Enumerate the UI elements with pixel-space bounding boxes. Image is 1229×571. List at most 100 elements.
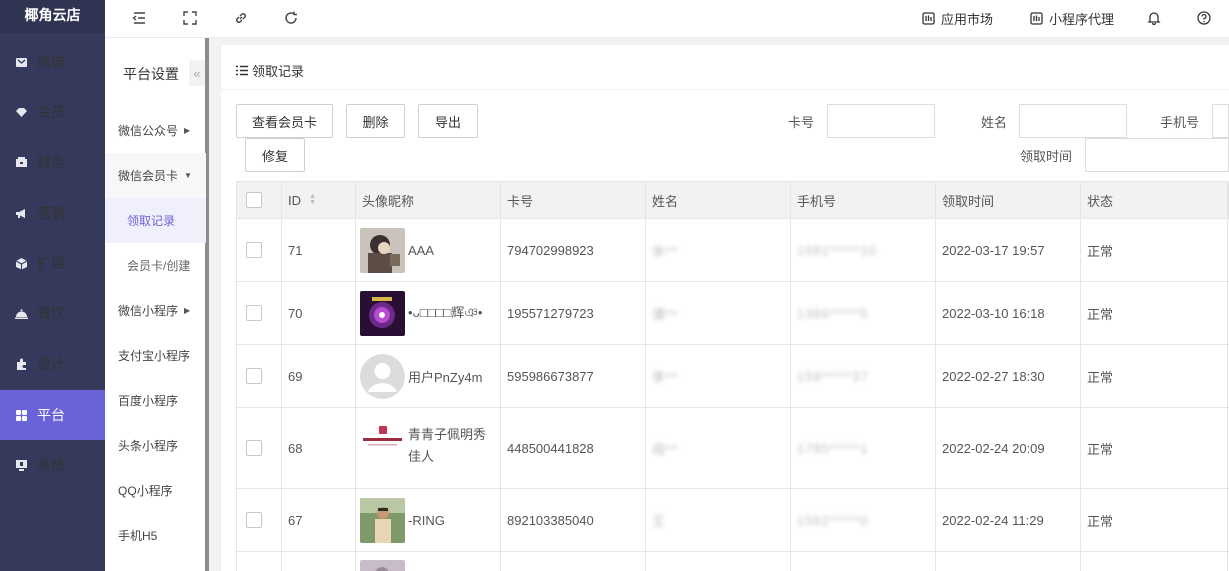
cell-id: 71 [282, 219, 356, 281]
sidebar-item-extend[interactable]: 扩展 [0, 238, 105, 288]
cell-avatar-nick: 青青子佩明秀佳人 [356, 408, 501, 488]
sub-item-toutiao-mini[interactable]: 头条小程序 [105, 423, 206, 468]
cell-phone: 159*****37 [791, 345, 936, 407]
card-no-input[interactable] [827, 104, 935, 138]
sub-item-qq-mini[interactable]: QQ小程序 [105, 468, 206, 513]
nickname: •ᴗ□□□□辉ঞ• [408, 304, 483, 320]
sub-item-label: 微信小程序 [118, 304, 179, 318]
nickname: AAA [408, 242, 435, 258]
cell-id: 67 [282, 489, 356, 551]
cell-id: 69 [282, 345, 356, 407]
cell-receive-time: 2022-02-27 18:30 [936, 345, 1081, 407]
sidebar-item-system[interactable]: 系统 [0, 440, 105, 490]
cell-phone: 1366*****5 [791, 282, 936, 344]
sub-item-receive-records[interactable]: 领取记录 [105, 198, 206, 243]
sidebar-item-finance[interactable]: 财务 [0, 137, 105, 187]
header-id[interactable]: ID ▲ ▼ [282, 182, 356, 218]
menu-fold-icon[interactable] [129, 8, 149, 28]
platform-icon [14, 408, 28, 422]
phone-label: 手机号 [1160, 115, 1200, 130]
refresh-icon[interactable] [281, 8, 301, 28]
avatar [360, 227, 405, 273]
sub-item-label: 头条小程序 [118, 439, 179, 453]
sub-item-wechat-mini[interactable]: 微信小程序 ▶ [105, 288, 206, 333]
table-row: 70 •ᴗ□□□□辉ঞ• 195571279723 谭** 1366*****5… [236, 282, 1229, 345]
repair-button[interactable]: 修复 [245, 138, 305, 172]
table-row: 67 -RING 892103385040 王 1562*****0 2022-… [236, 489, 1229, 552]
sub-item-label: 微信公众号 [118, 124, 179, 138]
sidebar-item-shop[interactable]: 商城 [0, 37, 105, 87]
marketing-icon [14, 206, 28, 220]
sub-item-wechat-card[interactable]: 微信会员卡 ▼ [105, 153, 206, 198]
row-checkbox[interactable] [246, 440, 262, 456]
cell-status: 正常 [1081, 282, 1228, 344]
mini-program-agent-link[interactable]: 小程序代理 [1030, 9, 1114, 28]
row-checkbox[interactable] [246, 242, 262, 258]
bell-icon[interactable] [1144, 8, 1164, 28]
avatar [360, 497, 405, 543]
cell-card-no: 595986673877 [501, 345, 646, 407]
sub-item-label: 微信会员卡 [118, 169, 179, 183]
cell-phone: 1785*****1 [791, 408, 936, 488]
header-checkbox-cell [237, 182, 282, 218]
header-phone: 手机号 [791, 182, 936, 218]
nickname: -RING [408, 512, 445, 528]
sub-item-label: 会员卡/创建 [127, 259, 191, 273]
extend-icon [14, 256, 28, 270]
phone-input[interactable] [1212, 104, 1229, 138]
fullscreen-icon[interactable] [180, 8, 200, 28]
receive-time-input[interactable] [1085, 138, 1229, 172]
help-icon[interactable] [1194, 8, 1214, 28]
app-market-link[interactable]: 应用市场 [922, 9, 993, 28]
list-icon [236, 65, 248, 76]
top-bar: 应用市场 小程序代理 [105, 0, 1229, 38]
sub-item-baidu-mini[interactable]: 百度小程序 [105, 378, 206, 423]
sidebar-item-label: 财务 [37, 154, 65, 170]
cell-receive-time: 2022-02-24 11:29 [936, 489, 1081, 551]
shop-icon [14, 55, 28, 69]
panel-title-text: 领取记录 [252, 64, 305, 79]
nickname: 青青子佩明秀佳人 [408, 427, 487, 464]
caret-down-icon: ▼ [184, 171, 192, 180]
name-input[interactable] [1019, 104, 1127, 138]
mini-program-agent-label: 小程序代理 [1049, 12, 1115, 27]
select-all-checkbox[interactable] [246, 192, 262, 208]
row-checkbox[interactable] [246, 368, 262, 384]
sidebar-item-label: 餐饮 [37, 305, 65, 321]
card-no-label: 卡号 [788, 115, 815, 130]
avatar [360, 290, 405, 336]
sub-item-h5[interactable]: 手机H5 [105, 513, 206, 558]
sidebar-item-catering[interactable]: 餐饮 [0, 288, 105, 338]
link-icon[interactable] [231, 8, 251, 28]
name-label: 姓名 [981, 115, 1008, 130]
sub-item-wechat-official[interactable]: 微信公众号 ▶ [105, 108, 206, 153]
sidebar-item-label: 系统 [37, 457, 65, 473]
sub-item-alipay-mini[interactable]: 支付宝小程序 [105, 333, 206, 378]
default-avatar-icon [360, 353, 405, 399]
sidebar-item-label: 扩展 [37, 255, 65, 271]
header-status: 状态 [1081, 182, 1228, 218]
sidebar-item-platform[interactable]: 平台 [0, 390, 105, 440]
sidebar-item-member[interactable]: 会员 [0, 87, 105, 137]
cell-avatar-nick: •ᴗ□□□□辉ঞ• [356, 282, 501, 344]
collapse-sidebar-button[interactable]: « [189, 60, 205, 86]
delete-button[interactable]: 删除 [346, 104, 405, 138]
cell-avatar-nick: AAA [356, 219, 501, 281]
member-icon [14, 105, 28, 119]
app-market-icon [922, 12, 935, 25]
cell-card-no: 195571279723 [501, 282, 646, 344]
sidebar-item-marketing[interactable]: 营销 [0, 188, 105, 238]
row-checkbox[interactable] [246, 512, 262, 528]
cell-status: 正常 [1081, 219, 1228, 281]
table-row [236, 552, 1229, 571]
cell-avatar-nick [356, 552, 501, 571]
sub-item-card-create[interactable]: 会员卡/创建 [105, 243, 206, 288]
cell-avatar-nick: 用户PnZy4m [356, 345, 501, 407]
view-card-button[interactable]: 查看会员卡 [236, 104, 333, 138]
app-market-label: 应用市场 [941, 12, 994, 27]
sub-item-label: 支付宝小程序 [118, 349, 191, 363]
sidebar-item-design[interactable]: 设计 [0, 339, 105, 389]
row-checkbox[interactable] [246, 305, 262, 321]
cell-status: 正常 [1081, 408, 1228, 488]
export-button[interactable]: 导出 [418, 104, 478, 138]
